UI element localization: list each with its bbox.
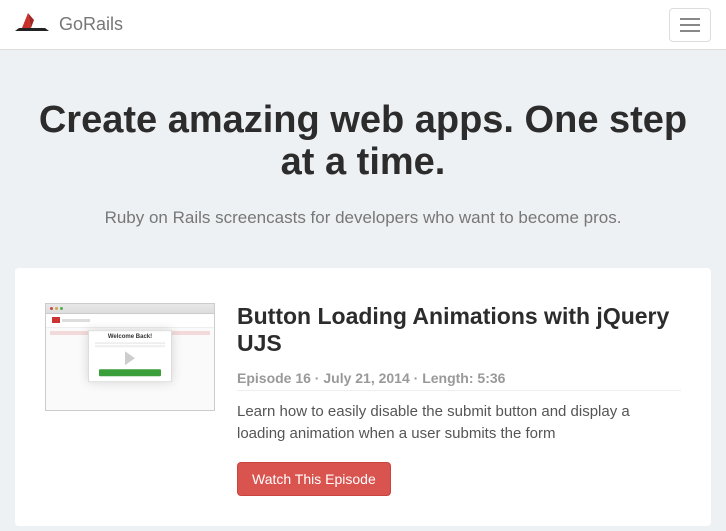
menu-toggle-button[interactable] bbox=[669, 8, 711, 42]
hero-section: Create amazing web apps. One step at a t… bbox=[0, 50, 726, 258]
episode-body: Button Loading Animations with jQuery UJ… bbox=[237, 303, 681, 496]
episode-thumbnail[interactable]: Welcome Back! bbox=[45, 303, 215, 411]
hamburger-icon bbox=[680, 18, 700, 20]
brand-name: GoRails bbox=[59, 14, 123, 35]
play-icon bbox=[125, 351, 135, 365]
brand-logo-icon bbox=[15, 11, 49, 38]
episode-meta: Episode 16 · July 21, 2014 · Length: 5:3… bbox=[237, 370, 681, 386]
hero-title: Create amazing web apps. One step at a t… bbox=[20, 100, 706, 184]
hero-subtitle: Ruby on Rails screencasts for developers… bbox=[20, 208, 706, 228]
divider bbox=[237, 390, 681, 391]
episode-card: Welcome Back! Button Loading Animations … bbox=[15, 268, 711, 526]
navbar: GoRails bbox=[0, 0, 726, 50]
episode-title[interactable]: Button Loading Animations with jQuery UJ… bbox=[237, 303, 681, 358]
episode-description: Learn how to easily disable the submit b… bbox=[237, 401, 681, 446]
thumb-modal-title: Welcome Back! bbox=[89, 331, 171, 341]
watch-episode-button[interactable]: Watch This Episode bbox=[237, 462, 391, 496]
brand-link[interactable]: GoRails bbox=[15, 11, 123, 38]
